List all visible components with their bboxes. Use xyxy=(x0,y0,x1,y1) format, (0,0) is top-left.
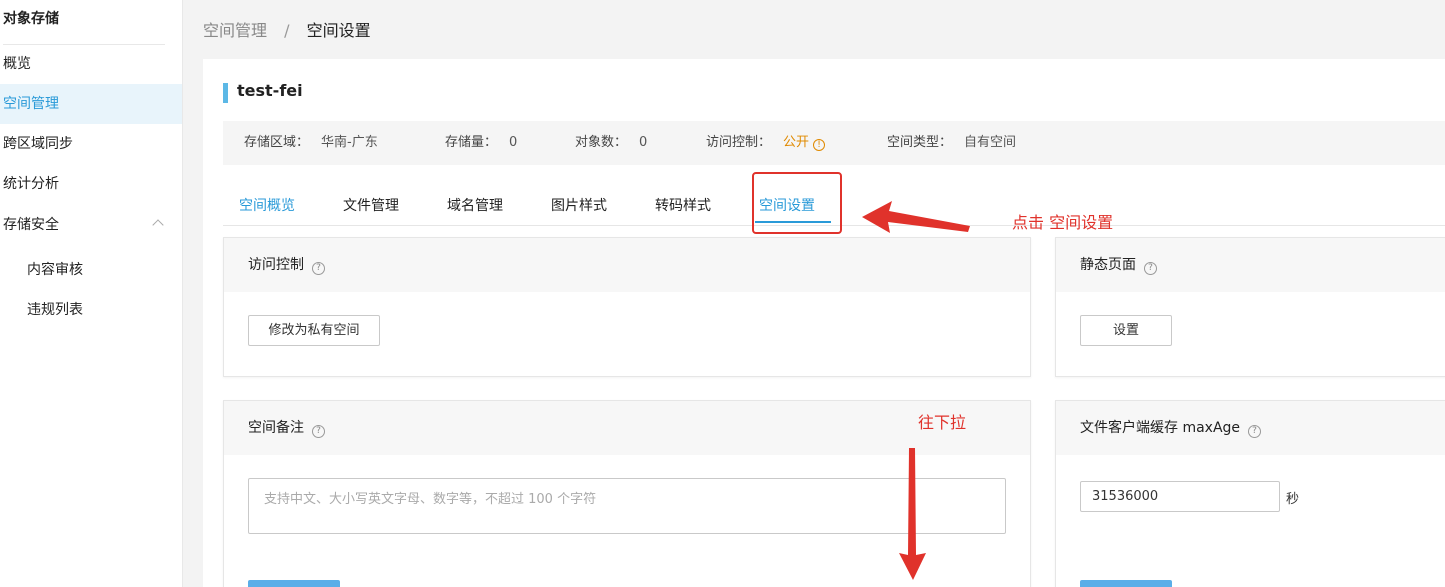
static-page-card: 静态页面? 设置 xyxy=(1055,237,1445,377)
annotation-click-hint: 点击 空间设置 xyxy=(1012,213,1114,232)
info-type-value: 自有空间 xyxy=(964,135,1017,150)
make-private-button[interactable]: 修改为私有空间 xyxy=(248,315,380,346)
breadcrumb-parent[interactable]: 空间管理 xyxy=(203,21,267,40)
sidebar-item-storage-security[interactable]: 存储安全 xyxy=(0,205,182,245)
card-header: 静态页面? xyxy=(1056,238,1445,292)
info-objects-label: 对象数： xyxy=(575,135,628,150)
sidebar-item-violation-list[interactable]: 违规列表 xyxy=(0,290,182,330)
info-objects: 对象数： 0 xyxy=(575,121,647,165)
sidebar-item-overview[interactable]: 概览 xyxy=(0,44,182,84)
sidebar-title: 对象存储 xyxy=(3,11,59,27)
card-title: 空间备注 xyxy=(248,420,304,436)
max-age-unit: 秒 xyxy=(1286,492,1300,507)
info-type-label: 空间类型： xyxy=(887,135,953,150)
info-storage-label: 存储量： xyxy=(445,135,498,150)
info-type: 空间类型： 自有空间 xyxy=(887,121,1016,165)
sidebar: 对象存储 概览 空间管理 跨区域同步 统计分析 存储安全 内容审核 违规列表 xyxy=(0,0,183,587)
bucket-info-row: 存储区域： 华南-广东 存储量： 0 对象数： 0 访问控制： 公开! 空间类型： 自有空… xyxy=(223,121,1445,165)
sidebar-item-cross-region-sync[interactable]: 跨区域同步 xyxy=(0,124,182,164)
breadcrumb-separator: / xyxy=(284,21,290,40)
tab-domain-management[interactable]: 域名管理 xyxy=(447,195,503,215)
title-accent-bar xyxy=(223,83,228,103)
card-header: 空间备注? xyxy=(224,401,1030,455)
help-icon[interactable]: ? xyxy=(312,262,325,275)
sidebar-item-content-review[interactable]: 内容审核 xyxy=(0,250,182,290)
card-title: 静态页面 xyxy=(1080,257,1136,273)
bucket-remark-card: 空间备注? 支持中文、大小写英文字母、数字等，不超过 100 个字符 xyxy=(223,400,1031,587)
info-objects-value: 0 xyxy=(639,135,648,150)
tab-transcode-styles[interactable]: 转码样式 xyxy=(655,195,711,215)
main-panel: test-fei 存储区域： 华南-广东 存储量： 0 对象数： 0 访问控制： 公开!… xyxy=(203,59,1445,587)
max-age-card: 文件客户端缓存 maxAge? 31536000 秒 xyxy=(1055,400,1445,587)
sidebar-item-label: 存储安全 xyxy=(3,217,59,233)
info-region-label: 存储区域： xyxy=(244,135,310,150)
card-header: 文件客户端缓存 maxAge? xyxy=(1056,401,1445,455)
remark-textarea[interactable]: 支持中文、大小写英文字母、数字等，不超过 100 个字符 xyxy=(248,478,1006,534)
info-storage: 存储量： 0 xyxy=(445,121,517,165)
annotation-scroll-hint: 往下拉 xyxy=(918,413,967,432)
info-access-label: 访问控制： xyxy=(706,135,772,150)
chevron-up-icon xyxy=(152,219,164,231)
sidebar-item-bucket-management[interactable]: 空间管理 xyxy=(0,84,182,124)
tab-image-styles[interactable]: 图片样式 xyxy=(551,195,607,215)
card-title: 文件客户端缓存 maxAge xyxy=(1080,420,1241,436)
static-page-settings-button[interactable]: 设置 xyxy=(1080,315,1172,346)
max-age-save-button[interactable] xyxy=(1080,580,1172,587)
info-region-value: 华南-广东 xyxy=(321,135,378,150)
help-icon[interactable]: ? xyxy=(312,425,325,438)
tab-bucket-overview[interactable]: 空间概览 xyxy=(239,195,295,215)
bucket-name: test-fei xyxy=(237,81,303,100)
tab-file-management[interactable]: 文件管理 xyxy=(343,195,399,215)
sidebar-item-statistics[interactable]: 统计分析 xyxy=(0,164,182,204)
help-icon[interactable]: ? xyxy=(1248,425,1262,438)
annotation-highlight-box xyxy=(752,172,842,234)
access-control-card: 访问控制? 修改为私有空间 xyxy=(223,237,1031,377)
info-access-value: 公开 xyxy=(783,135,810,150)
max-age-input[interactable]: 31536000 xyxy=(1080,481,1280,512)
remark-save-button[interactable] xyxy=(248,580,340,587)
breadcrumb: 空间管理 / 空间设置 xyxy=(203,17,371,41)
card-title: 访问控制 xyxy=(248,257,304,273)
info-access: 访问控制： 公开! xyxy=(706,121,826,165)
help-icon[interactable]: ? xyxy=(1144,262,1157,275)
card-header: 访问控制? xyxy=(224,238,1030,292)
info-region: 存储区域： 华南-广东 xyxy=(244,121,378,165)
warning-icon[interactable]: ! xyxy=(813,139,826,151)
breadcrumb-current: 空间设置 xyxy=(306,21,371,40)
info-storage-value: 0 xyxy=(509,135,518,150)
